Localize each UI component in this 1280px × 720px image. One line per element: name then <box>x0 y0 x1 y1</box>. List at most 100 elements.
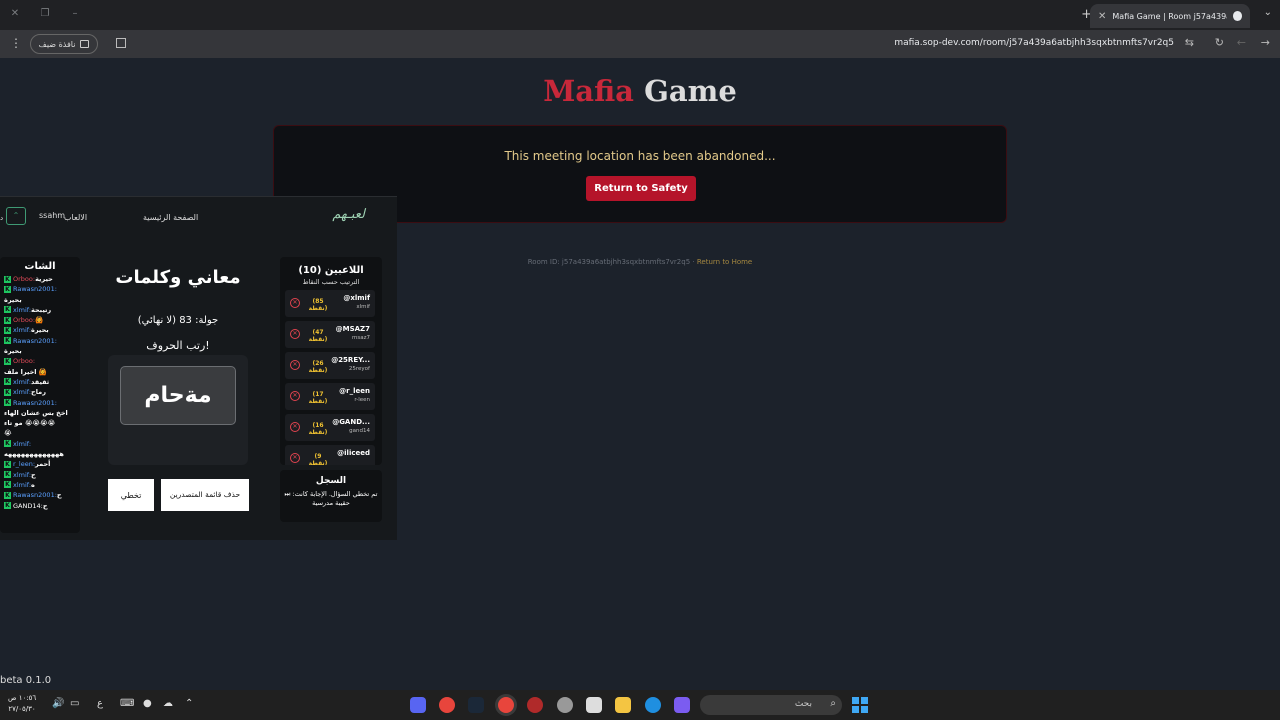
chat-username[interactable]: xlmif: <box>13 306 31 314</box>
log-entry: ⏭ تم تخطي السؤال. الإجابة كانت: حقيبة مد… <box>284 490 378 507</box>
extension-icon[interactable] <box>116 38 126 48</box>
keyboard-icon[interactable]: ⌨ <box>120 698 134 709</box>
player-row: ✕ (17 نقطة) @r_leen r-leen <box>285 383 375 410</box>
chat-username[interactable]: xlmif: <box>13 481 31 489</box>
tab-close-icon[interactable]: ✕ <box>1098 11 1106 22</box>
chat-panel[interactable]: الشات K Orboo:حيرية K Rawasn2001: بحيرة Kxlmi… <box>0 257 80 533</box>
tray-expand-icon[interactable]: ⌃ <box>185 698 193 709</box>
chat-messages: K Orboo:حيرية K Rawasn2001: بحيرة Kxlmif:رتيب… <box>0 274 80 511</box>
kick-badge-icon: K <box>4 481 11 489</box>
tab-mafia-game[interactable]: ✕ Mafia Game | Room j57a439a6 <box>1090 4 1250 28</box>
chat-username[interactable]: Rawasn2001: <box>13 399 57 407</box>
clear-leaderboard-button[interactable]: حذف قائمة المتصدرين <box>161 479 249 511</box>
chat-username[interactable]: xlmif: <box>13 378 31 386</box>
window-minimize-icon[interactable]: – <box>68 7 82 21</box>
mic-icon[interactable]: ● <box>143 698 152 709</box>
menu-kebab-icon[interactable]: ⋮ <box>10 36 22 50</box>
player-name: @r_leen <box>339 387 370 395</box>
beta-version-label: beta 0.1.0 <box>0 675 52 686</box>
address-bar[interactable]: mafia.sop-dev.com/room/j57a439a6atbjhh3s… <box>894 38 1174 48</box>
chat-message: بحيرة <box>0 346 80 356</box>
chrome-icon[interactable] <box>439 697 455 713</box>
chat-message: Kxlmif:رماح <box>0 387 80 397</box>
settings-icon[interactable] <box>557 697 573 713</box>
chat-username[interactable]: r_leen: <box>13 460 35 468</box>
site-logo[interactable]: لعبـهم <box>332 207 365 222</box>
remove-player-icon[interactable]: ✕ <box>290 329 300 339</box>
copilot-icon[interactable] <box>674 697 690 713</box>
remove-player-icon[interactable]: ✕ <box>290 360 300 370</box>
chat-username[interactable]: Rawasn2001: <box>13 337 57 345</box>
reload-icon[interactable]: ↻ <box>1215 36 1224 49</box>
chat-text: أحمر <box>35 460 51 469</box>
discord-icon[interactable] <box>410 697 426 713</box>
chrome-active-icon[interactable] <box>498 697 514 713</box>
guest-icon <box>80 40 90 48</box>
chat-username[interactable]: xlmif: <box>13 471 31 479</box>
remove-player-icon[interactable]: ✕ <box>290 422 300 432</box>
player-points: (17 نقطة) <box>308 391 328 405</box>
nav-home-link[interactable]: الصفحة الرئيسية <box>143 213 198 222</box>
kick-badge-icon: K <box>4 337 11 345</box>
volume-icon[interactable]: 🔊 <box>52 698 64 709</box>
windows-start-icon[interactable] <box>852 697 868 713</box>
kick-badge-icon: K <box>4 357 11 365</box>
kick-badge-icon: K <box>4 502 11 510</box>
chat-username[interactable]: Orboo: <box>13 275 35 283</box>
chat-username[interactable]: xlmif: <box>13 326 31 334</box>
title-mafia: Mafia <box>543 74 634 108</box>
game-instruction: رتب الحروف! <box>146 339 210 352</box>
guest-window-button[interactable]: نافذة ضيف <box>30 34 98 54</box>
nav-username[interactable]: ssahm <box>39 211 65 220</box>
players-subtitle: الترتيب حسب النقاط <box>302 278 360 286</box>
chat-message: 😭 <box>0 428 80 438</box>
chat-text: بحيرة <box>4 295 22 304</box>
search-icon: ⌕ <box>830 698 836 709</box>
skip-button[interactable]: تخطي <box>108 479 154 511</box>
nav-games-link[interactable]: الالعاب <box>64 213 87 222</box>
back-icon[interactable]: → <box>1261 36 1270 49</box>
language-indicator[interactable]: ع <box>97 698 103 709</box>
round-info: جولة: 83 (لا نهائي) <box>137 315 219 326</box>
players-title: اللاعبين (10) <box>298 265 364 276</box>
remove-player-icon[interactable]: ✕ <box>290 453 300 463</box>
chat-message: K Orboo:حيرية <box>0 274 80 284</box>
cloud-icon[interactable]: ☁ <box>163 698 173 709</box>
chat-username[interactable]: Rawasn2001: <box>13 285 57 293</box>
chat-message: K Rawasn2001: <box>0 284 80 294</box>
taskbar-clock[interactable]: ١٠:٥٦ ص ٢٧/٠٥/٣٠ <box>8 693 36 715</box>
chat-text: ثقيقد <box>31 377 50 386</box>
abandoned-message: This meeting location has been abandoned… <box>504 149 776 163</box>
steam-icon[interactable] <box>468 697 484 713</box>
file-explorer-icon[interactable] <box>615 697 631 713</box>
chat-message: K GAND14:ح <box>0 501 80 511</box>
chat-message: K Rawasn2001: <box>0 398 80 408</box>
chat-message: Kxlmif:بحيرة <box>0 325 80 335</box>
chat-message: هههههههههههههه <box>0 449 80 459</box>
chat-username[interactable]: Rawasn2001: <box>13 491 57 499</box>
chat-username[interactable]: Orboo: <box>13 357 35 365</box>
remove-player-icon[interactable]: ✕ <box>290 298 300 308</box>
site-settings-icon[interactable]: ⇆ <box>1185 36 1194 49</box>
guest-window-label: نافذة ضيف <box>38 39 76 49</box>
edge-icon[interactable] <box>645 697 661 713</box>
nav-menu-icon[interactable]: ⌃ <box>6 207 26 225</box>
app-red-icon[interactable] <box>527 697 543 713</box>
remove-player-icon[interactable]: ✕ <box>290 391 300 401</box>
chat-username[interactable]: Orboo: <box>13 316 35 324</box>
os-taskbar: ١٠:٥٦ ص ٢٧/٠٥/٣٠ 🔊 ▭ ع ⌨ ● ☁ ⌃ بحث ⌕ <box>0 690 1280 720</box>
kick-badge-icon: K <box>4 440 11 448</box>
chat-username[interactable]: GAND14: <box>13 502 43 510</box>
return-home-link[interactable]: Return to Home <box>697 258 752 266</box>
tab-search-chevron-icon[interactable]: ⌄ <box>1264 7 1272 18</box>
taskbar-search[interactable]: بحث ⌕ <box>700 695 842 715</box>
network-icon[interactable]: ▭ <box>70 698 79 709</box>
chat-username[interactable]: xlmif: <box>13 440 31 448</box>
window-restore-icon[interactable]: ❐ <box>38 7 52 21</box>
window-close-icon[interactable]: ✕ <box>8 7 22 21</box>
return-to-safety-button[interactable]: Return to Safety <box>586 176 696 201</box>
chat-message: Kxlmif:ح <box>0 470 80 480</box>
store-icon[interactable] <box>586 697 602 713</box>
chat-username[interactable]: xlmif: <box>13 388 31 396</box>
clock-date: ٢٧/٠٥/٣٠ <box>8 705 36 713</box>
